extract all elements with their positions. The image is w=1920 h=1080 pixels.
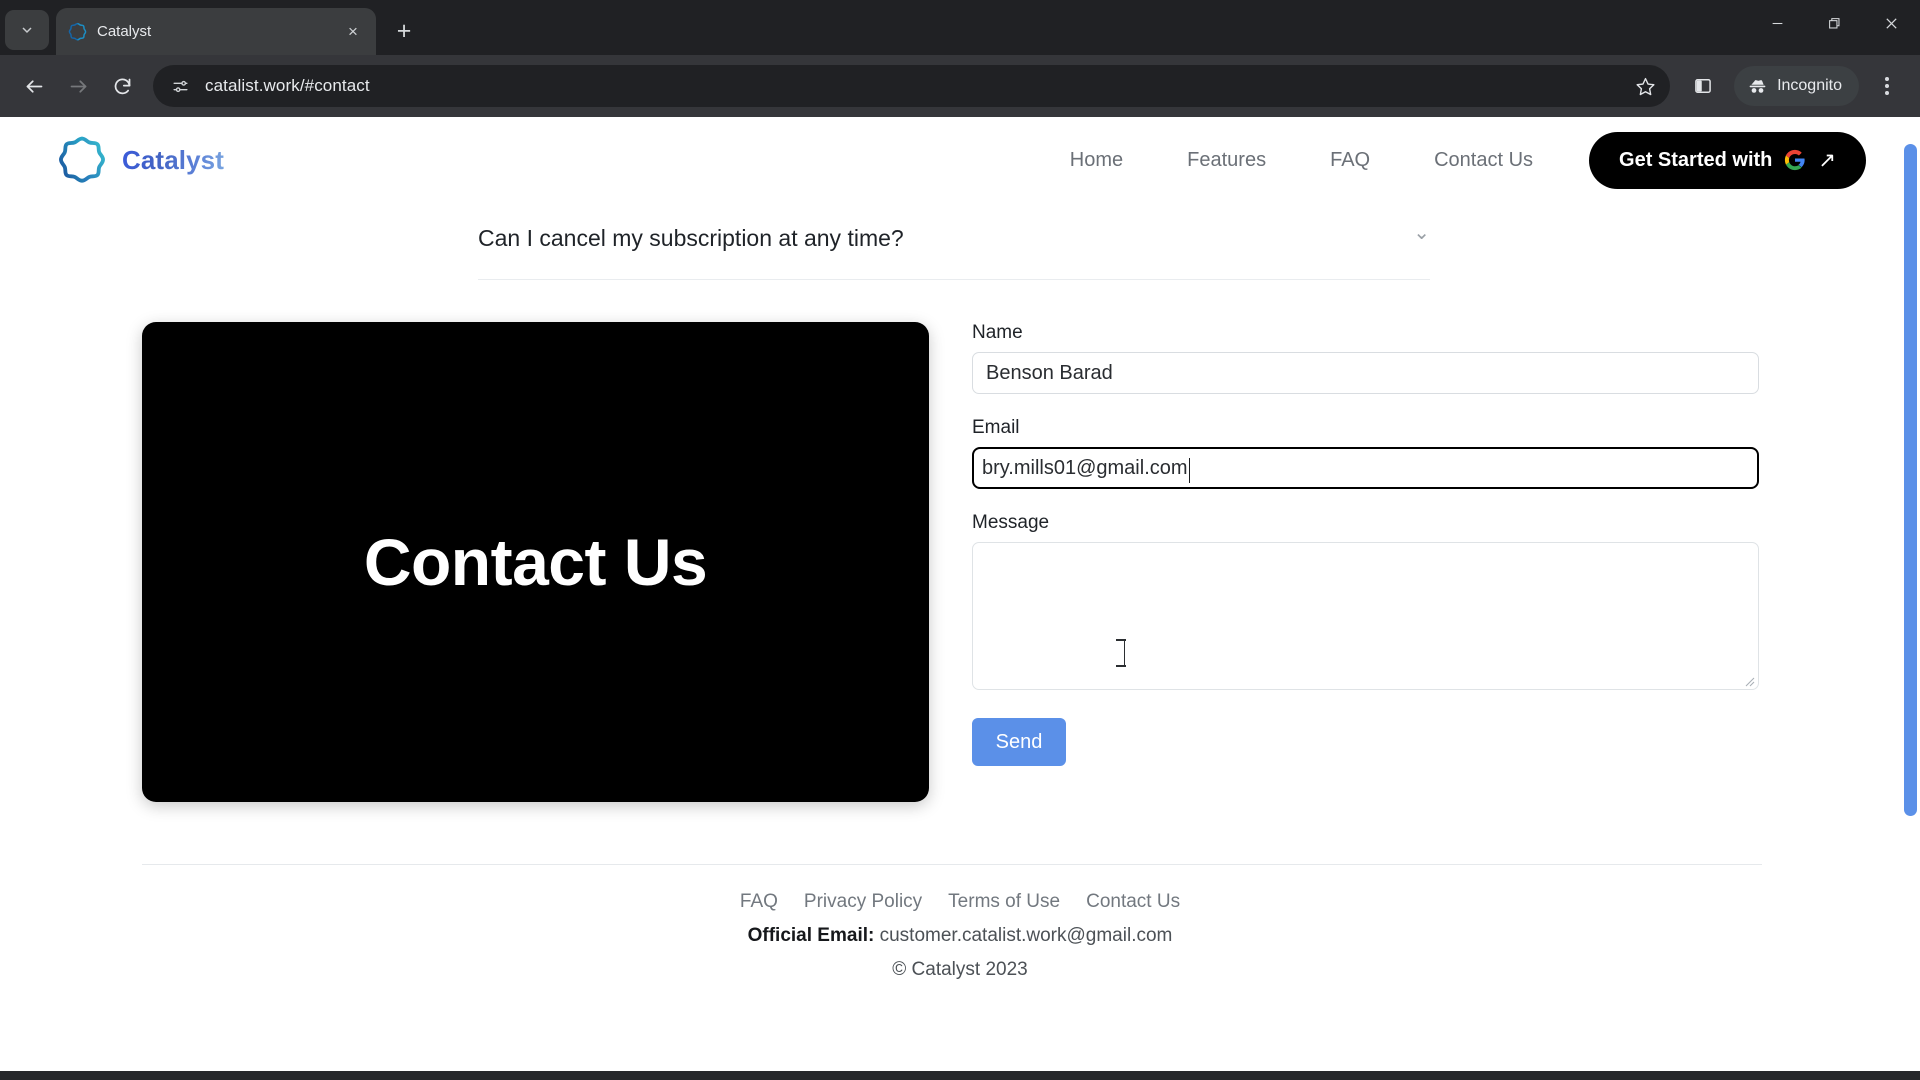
email-input-value: bry.mills01@gmail.com <box>982 456 1188 479</box>
minimize-icon <box>1772 22 1783 25</box>
footer-link-contact-us[interactable]: Contact Us <box>1086 891 1180 913</box>
forward-button[interactable] <box>57 65 99 107</box>
site-footer: FAQ Privacy Policy Terms of Use Contact … <box>0 865 1920 981</box>
site-info-icon[interactable] <box>169 75 191 97</box>
chevron-down-icon <box>22 27 32 34</box>
incognito-label: Incognito <box>1777 77 1842 94</box>
window-bottom-bar <box>0 1071 1920 1080</box>
back-button[interactable] <box>13 65 55 107</box>
forward-arrow-icon <box>70 79 86 93</box>
email-label: Email <box>972 417 1020 438</box>
name-field-group: Name <box>972 322 1759 394</box>
star-icon <box>1636 77 1655 95</box>
brand-name: Catalyst <box>122 144 224 175</box>
vertical-scrollbar-thumb[interactable] <box>1904 144 1917 816</box>
main-nav: Home Features FAQ Contact Us <box>1038 139 1565 182</box>
footer-copyright: © Catalyst 2023 <box>892 959 1028 980</box>
footer-email-value: customer.catalist.work@gmail.com <box>879 925 1173 946</box>
catalyst-page: Catalyst Home Features FAQ Contact Us Ge… <box>0 117 1920 1071</box>
kebab-dot <box>1885 91 1889 95</box>
name-input[interactable] <box>972 352 1759 394</box>
close-icon <box>1886 18 1897 29</box>
contact-hero-panel: Contact Us <box>142 322 929 802</box>
catalyst-logo-icon <box>68 22 87 41</box>
incognito-indicator[interactable]: Incognito <box>1734 66 1859 106</box>
get-started-label: Get Started with <box>1619 148 1773 171</box>
footer-official-email: Official Email: customer.catalist.work@g… <box>0 925 1920 947</box>
message-label: Message <box>972 512 1050 533</box>
new-tab-button[interactable]: + <box>384 11 424 51</box>
window-controls <box>1749 0 1920 47</box>
incognito-icon <box>1749 79 1766 93</box>
footer-link-faq[interactable]: FAQ <box>740 891 778 913</box>
split-pane-button[interactable] <box>1682 65 1724 107</box>
contact-hero-title: Contact Us <box>363 525 708 599</box>
send-button[interactable]: Send <box>972 718 1066 766</box>
tab-title: Catalyst <box>97 23 152 40</box>
contact-form: Name Email bry.mills01@gmail.com Message <box>972 322 1759 766</box>
reload-icon <box>114 78 130 94</box>
kebab-dot <box>1885 77 1889 81</box>
browser-tab[interactable]: Catalyst × <box>56 8 376 55</box>
browser-window: Catalyst × + catalist.work/#contact Inco… <box>0 0 1920 1080</box>
site-header: Catalyst Home Features FAQ Contact Us Ge… <box>0 117 1920 203</box>
bookmark-button[interactable] <box>1626 67 1664 105</box>
email-input[interactable]: bry.mills01@gmail.com <box>972 447 1759 489</box>
page-viewport: Catalyst Home Features FAQ Contact Us Ge… <box>0 117 1920 1071</box>
catalyst-flower-logo-icon <box>55 133 109 187</box>
text-caret <box>1188 457 1191 483</box>
resize-handle-icon[interactable] <box>1743 674 1755 687</box>
vertical-scrollbar-track[interactable] <box>1900 117 1920 1071</box>
browser-toolbar: catalist.work/#contact Incognito <box>0 55 1920 117</box>
back-arrow-icon <box>26 79 42 93</box>
contact-section: Contact Us Name Email bry.mills01@gmail.… <box>0 280 1920 802</box>
nav-item-faq[interactable]: FAQ <box>1298 139 1402 182</box>
reload-button[interactable] <box>101 65 143 107</box>
faq-item[interactable]: Can I cancel my subscription at any time… <box>478 223 1430 280</box>
google-g-icon <box>1784 149 1806 171</box>
close-window-button[interactable] <box>1863 0 1920 47</box>
message-field-group: Message <box>972 512 1759 690</box>
footer-link-privacy-policy[interactable]: Privacy Policy <box>804 891 922 913</box>
maximize-button[interactable] <box>1806 0 1863 47</box>
message-textarea[interactable] <box>972 542 1759 690</box>
minimize-button[interactable] <box>1749 0 1806 47</box>
get-started-button[interactable]: Get Started with ↗ <box>1589 131 1866 189</box>
email-field-group: Email bry.mills01@gmail.com <box>972 417 1759 489</box>
url-text: catalist.work/#contact <box>205 76 370 95</box>
nav-item-features[interactable]: Features <box>1155 139 1298 182</box>
name-label: Name <box>972 322 1023 343</box>
tab-close-button[interactable]: × <box>342 21 364 43</box>
footer-links: FAQ Privacy Policy Terms of Use Contact … <box>0 891 1920 913</box>
toolbar-right-group: Incognito <box>1682 65 1907 107</box>
nav-item-contact-us[interactable]: Contact Us <box>1402 139 1565 182</box>
faq-section: Can I cancel my subscription at any time… <box>0 203 1920 280</box>
address-bar[interactable]: catalist.work/#contact <box>153 65 1671 107</box>
tab-strip: Catalyst × + <box>0 0 1920 55</box>
split-pane-icon <box>1695 79 1711 93</box>
faq-question: Can I cancel my subscription at any time… <box>478 225 904 251</box>
footer-link-terms-of-use[interactable]: Terms of Use <box>948 891 1060 913</box>
kebab-dot <box>1885 84 1889 88</box>
restore-icon <box>1829 18 1840 29</box>
browser-menu-button[interactable] <box>1867 65 1907 107</box>
external-link-arrow-icon: ↗ <box>1818 148 1836 172</box>
nav-item-home[interactable]: Home <box>1038 139 1155 182</box>
chevron-up-icon[interactable]: ⌄ <box>1413 223 1430 243</box>
tab-search-button[interactable] <box>5 10 49 50</box>
brand[interactable]: Catalyst <box>55 133 224 187</box>
footer-email-label: Official Email: <box>747 925 875 946</box>
